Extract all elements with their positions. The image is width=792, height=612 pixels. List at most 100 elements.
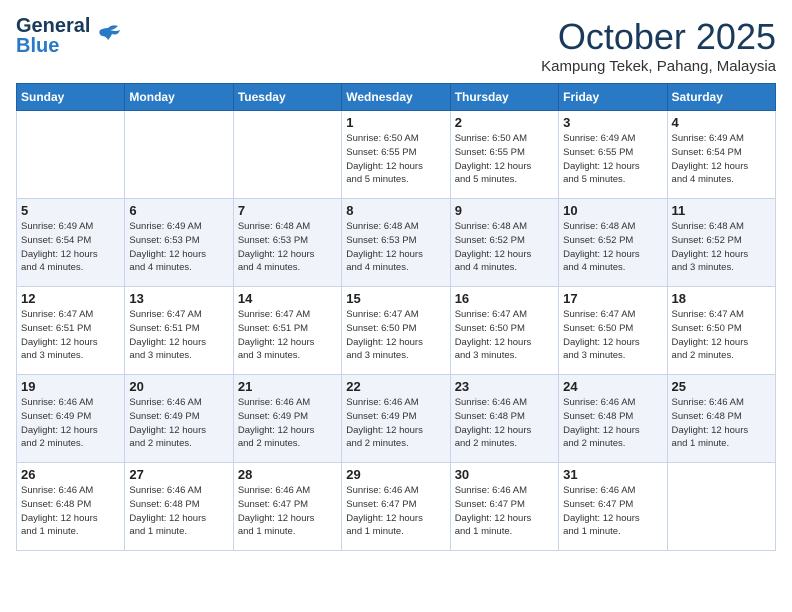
- day-number: 18: [672, 291, 771, 306]
- day-info: Sunrise: 6:46 AM Sunset: 6:48 PM Dayligh…: [672, 396, 771, 451]
- day-info: Sunrise: 6:46 AM Sunset: 6:49 PM Dayligh…: [129, 396, 228, 451]
- day-info: Sunrise: 6:48 AM Sunset: 6:52 PM Dayligh…: [563, 220, 662, 275]
- calendar-cell: 18Sunrise: 6:47 AM Sunset: 6:50 PM Dayli…: [667, 287, 775, 375]
- calendar-header-row: SundayMondayTuesdayWednesdayThursdayFrid…: [17, 84, 776, 111]
- calendar-cell: 9 Sunrise: 6:48 AM Sunset: 6:52 PM Daylig…: [450, 199, 558, 287]
- location-subtitle: Kampung Tekek, Pahang, Malaysia: [541, 58, 776, 75]
- calendar-cell: 17 Sunrise: 6:47 AM Sunset: 6:50 PM Dayli…: [559, 287, 667, 375]
- page-header: General Blue October 2025 Kampung Tekek,…: [16, 16, 776, 75]
- day-number: 14: [238, 291, 337, 306]
- day-number: 24: [563, 379, 662, 394]
- day-info: Sunrise: 6:48 AM Sunset: 6:52 PM Dayligh…: [672, 220, 771, 275]
- day-number: 23: [455, 379, 554, 394]
- weekday-header-wednesday: Wednesday: [342, 84, 450, 111]
- calendar-cell: 12 Sunrise: 6:47 AM Sunset: 6:51 PM Dayli…: [17, 287, 125, 375]
- day-number: 3: [563, 115, 662, 130]
- day-info: Sunrise: 6:46 AM Sunset: 6:47 PM Dayligh…: [563, 484, 662, 539]
- calendar-cell: 30 Sunrise: 6:46 AM Sunset: 6:47 PM Dayli…: [450, 463, 558, 551]
- day-info: Sunrise: 6:47 AM Sunset: 6:51 PM Dayligh…: [129, 308, 228, 363]
- day-info: Sunrise: 6:47 AM Sunset: 6:51 PM Dayligh…: [21, 308, 120, 363]
- day-info: Sunrise: 6:48 AM Sunset: 6:52 PM Dayligh…: [455, 220, 554, 275]
- title-block: October 2025 Kampung Tekek, Pahang, Mala…: [541, 16, 776, 75]
- logo-blue: Blue: [16, 36, 90, 56]
- calendar-cell: 19Sunrise: 6:46 AM Sunset: 6:49 PM Dayli…: [17, 375, 125, 463]
- calendar-cell: 1Sunrise: 6:50 AM Sunset: 6:55 PM Daylig…: [342, 111, 450, 199]
- calendar-cell: 11Sunrise: 6:48 AM Sunset: 6:52 PM Dayli…: [667, 199, 775, 287]
- calendar-cell: 25 Sunrise: 6:46 AM Sunset: 6:48 PM Dayli…: [667, 375, 775, 463]
- calendar-week-row: 19Sunrise: 6:46 AM Sunset: 6:49 PM Dayli…: [17, 375, 776, 463]
- month-title: October 2025: [541, 16, 776, 58]
- calendar-cell: 6 Sunrise: 6:49 AM Sunset: 6:53 PM Daylig…: [125, 199, 233, 287]
- day-info: Sunrise: 6:46 AM Sunset: 6:47 PM Dayligh…: [455, 484, 554, 539]
- weekday-header-tuesday: Tuesday: [233, 84, 341, 111]
- day-number: 7: [238, 203, 337, 218]
- day-info: Sunrise: 6:46 AM Sunset: 6:49 PM Dayligh…: [346, 396, 445, 451]
- day-number: 9: [455, 203, 554, 218]
- day-number: 26: [21, 467, 120, 482]
- day-number: 21: [238, 379, 337, 394]
- weekday-header-thursday: Thursday: [450, 84, 558, 111]
- calendar-cell: [667, 463, 775, 551]
- day-info: Sunrise: 6:46 AM Sunset: 6:49 PM Dayligh…: [238, 396, 337, 451]
- logo: General Blue: [16, 16, 122, 56]
- calendar-cell: 5 Sunrise: 6:49 AM Sunset: 6:54 PM Daylig…: [17, 199, 125, 287]
- day-number: 15: [346, 291, 445, 306]
- calendar-cell: 13 Sunrise: 6:47 AM Sunset: 6:51 PM Dayli…: [125, 287, 233, 375]
- day-number: 10: [563, 203, 662, 218]
- day-info: Sunrise: 6:46 AM Sunset: 6:47 PM Dayligh…: [238, 484, 337, 539]
- day-number: 27: [129, 467, 228, 482]
- calendar-cell: [233, 111, 341, 199]
- day-number: 22: [346, 379, 445, 394]
- calendar-cell: 16 Sunrise: 6:47 AM Sunset: 6:50 PM Dayli…: [450, 287, 558, 375]
- calendar-week-row: 5 Sunrise: 6:49 AM Sunset: 6:54 PM Daylig…: [17, 199, 776, 287]
- calendar-week-row: 26 Sunrise: 6:46 AM Sunset: 6:48 PM Dayli…: [17, 463, 776, 551]
- day-number: 12: [21, 291, 120, 306]
- weekday-header-monday: Monday: [125, 84, 233, 111]
- weekday-header-saturday: Saturday: [667, 84, 775, 111]
- day-number: 16: [455, 291, 554, 306]
- day-info: Sunrise: 6:49 AM Sunset: 6:53 PM Dayligh…: [129, 220, 228, 275]
- day-number: 8: [346, 203, 445, 218]
- day-info: Sunrise: 6:47 AM Sunset: 6:50 PM Dayligh…: [455, 308, 554, 363]
- calendar-cell: 28 Sunrise: 6:46 AM Sunset: 6:47 PM Dayli…: [233, 463, 341, 551]
- day-info: Sunrise: 6:46 AM Sunset: 6:49 PM Dayligh…: [21, 396, 120, 451]
- day-info: Sunrise: 6:46 AM Sunset: 6:47 PM Dayligh…: [346, 484, 445, 539]
- day-number: 17: [563, 291, 662, 306]
- day-info: Sunrise: 6:47 AM Sunset: 6:51 PM Dayligh…: [238, 308, 337, 363]
- calendar-cell: 20 Sunrise: 6:46 AM Sunset: 6:49 PM Dayli…: [125, 375, 233, 463]
- day-info: Sunrise: 6:48 AM Sunset: 6:53 PM Dayligh…: [238, 220, 337, 275]
- day-number: 5: [21, 203, 120, 218]
- logo-general: General: [16, 16, 90, 36]
- calendar-cell: 31 Sunrise: 6:46 AM Sunset: 6:47 PM Dayli…: [559, 463, 667, 551]
- day-number: 29: [346, 467, 445, 482]
- weekday-header-friday: Friday: [559, 84, 667, 111]
- calendar-cell: 15 Sunrise: 6:47 AM Sunset: 6:50 PM Dayli…: [342, 287, 450, 375]
- weekday-header-sunday: Sunday: [17, 84, 125, 111]
- calendar-cell: 21 Sunrise: 6:46 AM Sunset: 6:49 PM Dayli…: [233, 375, 341, 463]
- calendar-week-row: 12 Sunrise: 6:47 AM Sunset: 6:51 PM Dayli…: [17, 287, 776, 375]
- day-info: Sunrise: 6:49 AM Sunset: 6:54 PM Dayligh…: [672, 132, 771, 187]
- day-info: Sunrise: 6:46 AM Sunset: 6:48 PM Dayligh…: [563, 396, 662, 451]
- day-number: 30: [455, 467, 554, 482]
- calendar-cell: 22 Sunrise: 6:46 AM Sunset: 6:49 PM Dayli…: [342, 375, 450, 463]
- day-number: 20: [129, 379, 228, 394]
- calendar-cell: 14 Sunrise: 6:47 AM Sunset: 6:51 PM Dayli…: [233, 287, 341, 375]
- day-number: 28: [238, 467, 337, 482]
- calendar-cell: 4Sunrise: 6:49 AM Sunset: 6:54 PM Daylig…: [667, 111, 775, 199]
- day-info: Sunrise: 6:49 AM Sunset: 6:54 PM Dayligh…: [21, 220, 120, 275]
- day-info: Sunrise: 6:50 AM Sunset: 6:55 PM Dayligh…: [455, 132, 554, 187]
- day-number: 31: [563, 467, 662, 482]
- calendar-cell: 27Sunrise: 6:46 AM Sunset: 6:48 PM Dayli…: [125, 463, 233, 551]
- day-number: 6: [129, 203, 228, 218]
- day-info: Sunrise: 6:47 AM Sunset: 6:50 PM Dayligh…: [346, 308, 445, 363]
- calendar-cell: 8Sunrise: 6:48 AM Sunset: 6:53 PM Daylig…: [342, 199, 450, 287]
- day-number: 1: [346, 115, 445, 130]
- calendar-cell: 7 Sunrise: 6:48 AM Sunset: 6:53 PM Daylig…: [233, 199, 341, 287]
- day-info: Sunrise: 6:47 AM Sunset: 6:50 PM Dayligh…: [563, 308, 662, 363]
- calendar-cell: 10 Sunrise: 6:48 AM Sunset: 6:52 PM Dayli…: [559, 199, 667, 287]
- day-info: Sunrise: 6:46 AM Sunset: 6:48 PM Dayligh…: [455, 396, 554, 451]
- day-number: 25: [672, 379, 771, 394]
- day-info: Sunrise: 6:46 AM Sunset: 6:48 PM Dayligh…: [21, 484, 120, 539]
- calendar-cell: [125, 111, 233, 199]
- day-number: 13: [129, 291, 228, 306]
